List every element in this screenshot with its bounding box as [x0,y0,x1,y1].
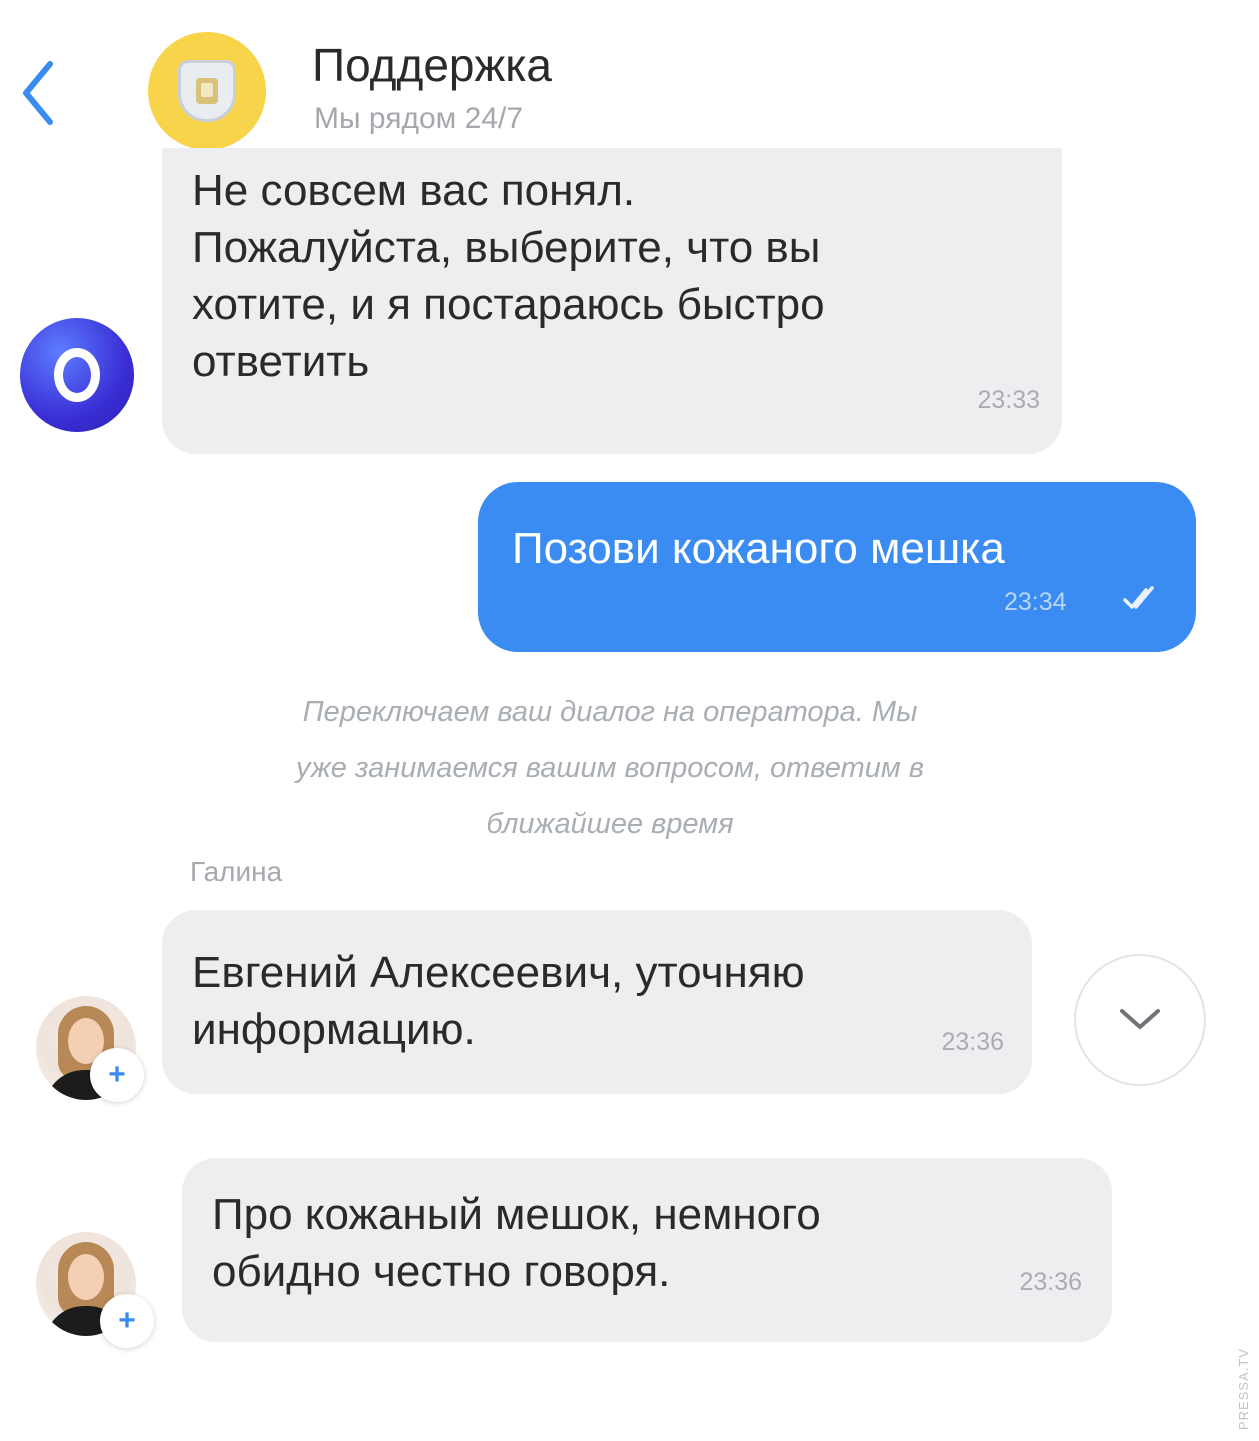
chevron-left-icon [23,61,53,125]
message-time: 23:34 [1004,588,1067,616]
message-time: 23:33 [977,386,1040,414]
chat-subtitle: Мы рядом 24/7 [314,102,524,135]
incoming-message-bubble[interactable]: Не совсем вас понял. Пожалуйста, выберит… [162,148,1062,454]
bank-crest-icon [178,60,236,122]
back-button[interactable] [8,58,68,128]
add-contact-button[interactable]: + [100,1294,154,1348]
system-notice: Переключаем ваш диалог на оператора. Мы … [160,684,1060,852]
support-avatar[interactable] [148,32,266,150]
operator-name: Галина [190,856,283,887]
plus-icon: + [108,1058,126,1091]
chevron-down-icon [1120,1009,1160,1029]
message-text: Позови кожаного мешка [512,524,1005,573]
message-text: Евгений Алексеевич, уточняю информацию. [192,948,805,1054]
outgoing-message-bubble[interactable]: Позови кожаного мешка [478,482,1196,652]
message-text: Про кожаный мешок, немного обидно честно… [212,1190,821,1296]
double-check-icon [1123,586,1154,609]
watermark: PRESSA.TV [1236,1348,1251,1430]
incoming-message-bubble[interactable]: Евгений Алексеевич, уточняю информацию. … [162,910,1032,1094]
message-time: 23:36 [1019,1268,1082,1296]
scroll-down-button[interactable] [1074,954,1206,1086]
chat-title: Поддержка [312,39,552,91]
bot-logo-icon [54,348,100,402]
incoming-message-bubble[interactable]: Про кожаный мешок, немного обидно честно… [182,1158,1112,1342]
bot-avatar [20,318,134,432]
message-time: 23:36 [941,1028,1004,1056]
message-text: Не совсем вас понял. Пожалуйста, выберит… [192,166,825,386]
system-notice-text: Переключаем ваш диалог на оператора. Мы … [296,696,924,840]
add-contact-button[interactable]: + [90,1048,144,1102]
plus-icon: + [118,1304,136,1337]
